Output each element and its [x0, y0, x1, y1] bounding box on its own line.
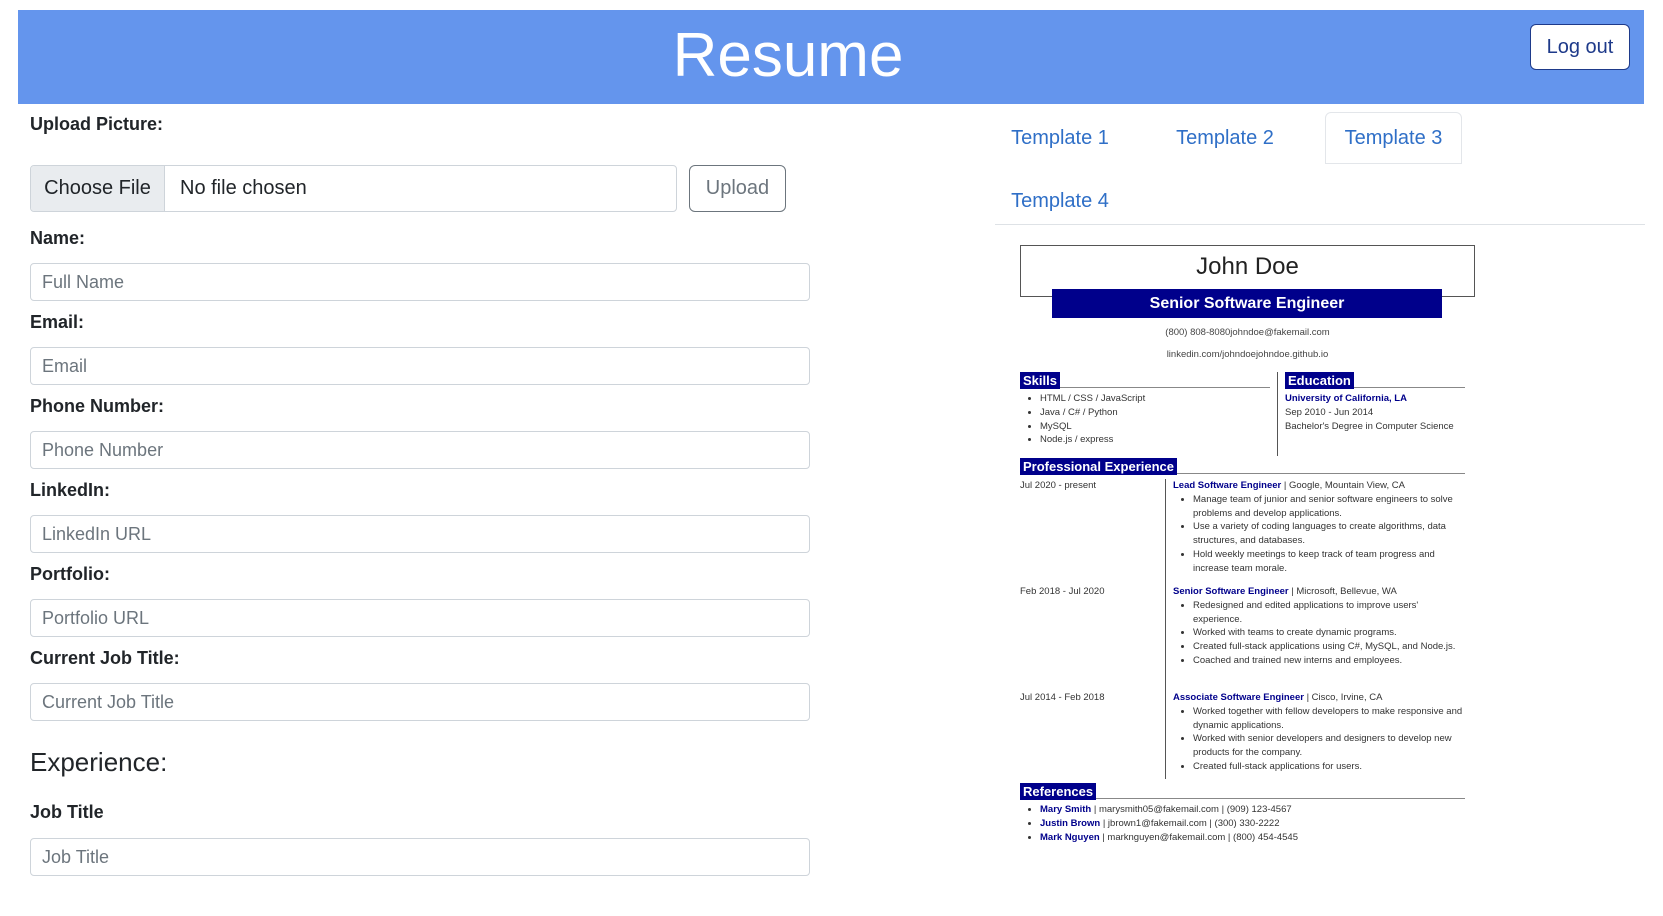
- skills-section-header: Skills: [1020, 372, 1270, 389]
- experience-heading: Experience:: [30, 747, 168, 777]
- tab-template-2[interactable]: Template 2: [1160, 112, 1290, 164]
- section-divider: [1277, 372, 1278, 456]
- name-label: Name:: [30, 228, 86, 248]
- job-title-label: Job Title: [30, 802, 104, 822]
- phone-input[interactable]: [30, 431, 810, 469]
- tab-template-4[interactable]: Template 4: [995, 175, 1125, 227]
- portfolio-label: Portfolio:: [30, 564, 110, 584]
- job-bullet: Coached and trained new interns and empl…: [1193, 654, 1465, 668]
- reference-detail: | marysmith05@fakemail.com | (909) 123-4…: [1093, 804, 1292, 815]
- reference-name: Justin Brown: [1040, 817, 1101, 829]
- job-dates: Jul 2020 - present: [1020, 480, 1097, 491]
- reference-name: Mary Smith: [1040, 804, 1092, 815]
- education-degree: Bachelor's Degree in Computer Science: [1285, 420, 1454, 432]
- header-bar: Resume Log out: [18, 10, 1644, 104]
- job-entry-company: | Microsoft, Bellevue, WA: [1291, 586, 1397, 597]
- file-input[interactable]: Choose File No file chosen: [30, 165, 677, 212]
- reference-name: Mark Nguyen: [1040, 831, 1100, 843]
- job-bullet: Created full-stack applications for user…: [1193, 760, 1465, 774]
- current-job-title-label: Current Job Title:: [30, 648, 180, 668]
- email-input[interactable]: [30, 347, 810, 385]
- full-name-input[interactable]: [30, 263, 810, 301]
- job-entry-title: Associate Software Engineer: [1173, 692, 1304, 703]
- job-title-input[interactable]: [30, 838, 810, 876]
- skill-item: Node.js / express: [1040, 433, 1270, 447]
- linkedin-label: LinkedIn:: [30, 480, 110, 500]
- job-dates: Feb 2018 - Jul 2020: [1020, 586, 1105, 597]
- resume-name: John Doe: [1196, 253, 1299, 280]
- education-section-header: Education: [1285, 372, 1465, 389]
- resume-title-bar: Senior Software Engineer: [1052, 289, 1442, 318]
- job-entry-title: Senior Software Engineer: [1173, 586, 1289, 597]
- upload-button[interactable]: Upload: [689, 165, 786, 212]
- reference-item: Mary Smith | marysmith05@fakemail.com | …: [1040, 803, 1465, 817]
- file-status-text: No file chosen: [180, 177, 307, 199]
- job-bullet: Created full-stack applications using C#…: [1193, 640, 1465, 654]
- tab-template-3[interactable]: Template 3: [1325, 112, 1462, 164]
- reference-item: Justin Brown | jbrown1@fakemail.com | (3…: [1040, 817, 1465, 831]
- job-bullet: Hold weekly meetings to keep track of te…: [1193, 548, 1465, 576]
- experience-section-heading: Professional Experience: [1020, 458, 1178, 475]
- linkedin-input[interactable]: [30, 515, 810, 553]
- education-heading: Education: [1285, 372, 1354, 389]
- job-bullet: Worked with senior developers and design…: [1193, 732, 1465, 760]
- job-bullet: Worked together with fellow developers t…: [1193, 705, 1465, 733]
- skills-heading: Skills: [1020, 372, 1060, 389]
- email-label: Email:: [30, 312, 85, 332]
- job-bullet: Manage team of junior and senior softwar…: [1193, 493, 1465, 521]
- reference-detail: | jbrown1@fakemail.com | (300) 330-2222: [1102, 817, 1280, 829]
- skill-item: HTML / CSS / JavaScript: [1040, 392, 1270, 406]
- references-list: Mary Smith | marysmith05@fakemail.com | …: [1020, 803, 1465, 844]
- education-dates: Sep 2010 - Jun 2014: [1285, 406, 1374, 418]
- resume-contact-line-2: linkedin.com/johndoejohndoe.github.io: [1166, 349, 1329, 360]
- timeline-divider: [1165, 479, 1166, 779]
- page-title: Resume: [672, 21, 904, 90]
- job-bullet: Worked with teams to create dynamic prog…: [1193, 626, 1465, 640]
- education-school: University of California, LA: [1285, 393, 1407, 404]
- upload-picture-label: Upload Picture:: [30, 114, 164, 134]
- logout-button[interactable]: Log out: [1530, 24, 1630, 70]
- skills-list: HTML / CSS / JavaScript Java / C# / Pyth…: [1020, 392, 1270, 447]
- skill-item: MySQL: [1040, 420, 1270, 434]
- job-dates: Jul 2014 - Feb 2018: [1020, 692, 1105, 703]
- portfolio-input[interactable]: [30, 599, 810, 637]
- references-section-header: References: [1020, 783, 1465, 800]
- resume-contact-line-1: (800) 808-8080johndoe@fakemail.com: [1165, 327, 1330, 338]
- job-entry-company: | Cisco, Irvine, CA: [1306, 692, 1383, 703]
- skill-item: Java / C# / Python: [1040, 406, 1270, 420]
- reference-detail: | marknguyen@fakemail.com | (800) 454-45…: [1102, 831, 1298, 843]
- education-details: University of California, LA Sep 2010 - …: [1285, 392, 1465, 433]
- experience-section-header: Professional Experience: [1020, 458, 1465, 475]
- job-bullet: Redesigned and edited applications to im…: [1193, 599, 1465, 627]
- phone-label: Phone Number:: [30, 396, 165, 416]
- references-heading: References: [1020, 783, 1097, 800]
- job-entry-company: | Google, Mountain View, CA: [1283, 480, 1405, 491]
- template-tabs: Template 1 Template 2 Template 3 Templat…: [995, 112, 1645, 225]
- job-entry-title: Lead Software Engineer: [1173, 480, 1282, 491]
- job-entry: Associate Software Engineer | Cisco, Irv…: [1173, 691, 1465, 774]
- job-entry: Lead Software Engineer | Google, Mountai…: [1173, 479, 1465, 576]
- tab-template-1[interactable]: Template 1: [995, 112, 1125, 164]
- choose-file-button[interactable]: Choose File: [31, 166, 165, 211]
- job-entry: Senior Software Engineer | Microsoft, Be…: [1173, 585, 1465, 668]
- job-bullet: Use a variety of coding languages to cre…: [1193, 520, 1465, 548]
- current-job-title-input[interactable]: [30, 683, 810, 721]
- reference-item: Mark Nguyen | marknguyen@fakemail.com | …: [1040, 831, 1465, 845]
